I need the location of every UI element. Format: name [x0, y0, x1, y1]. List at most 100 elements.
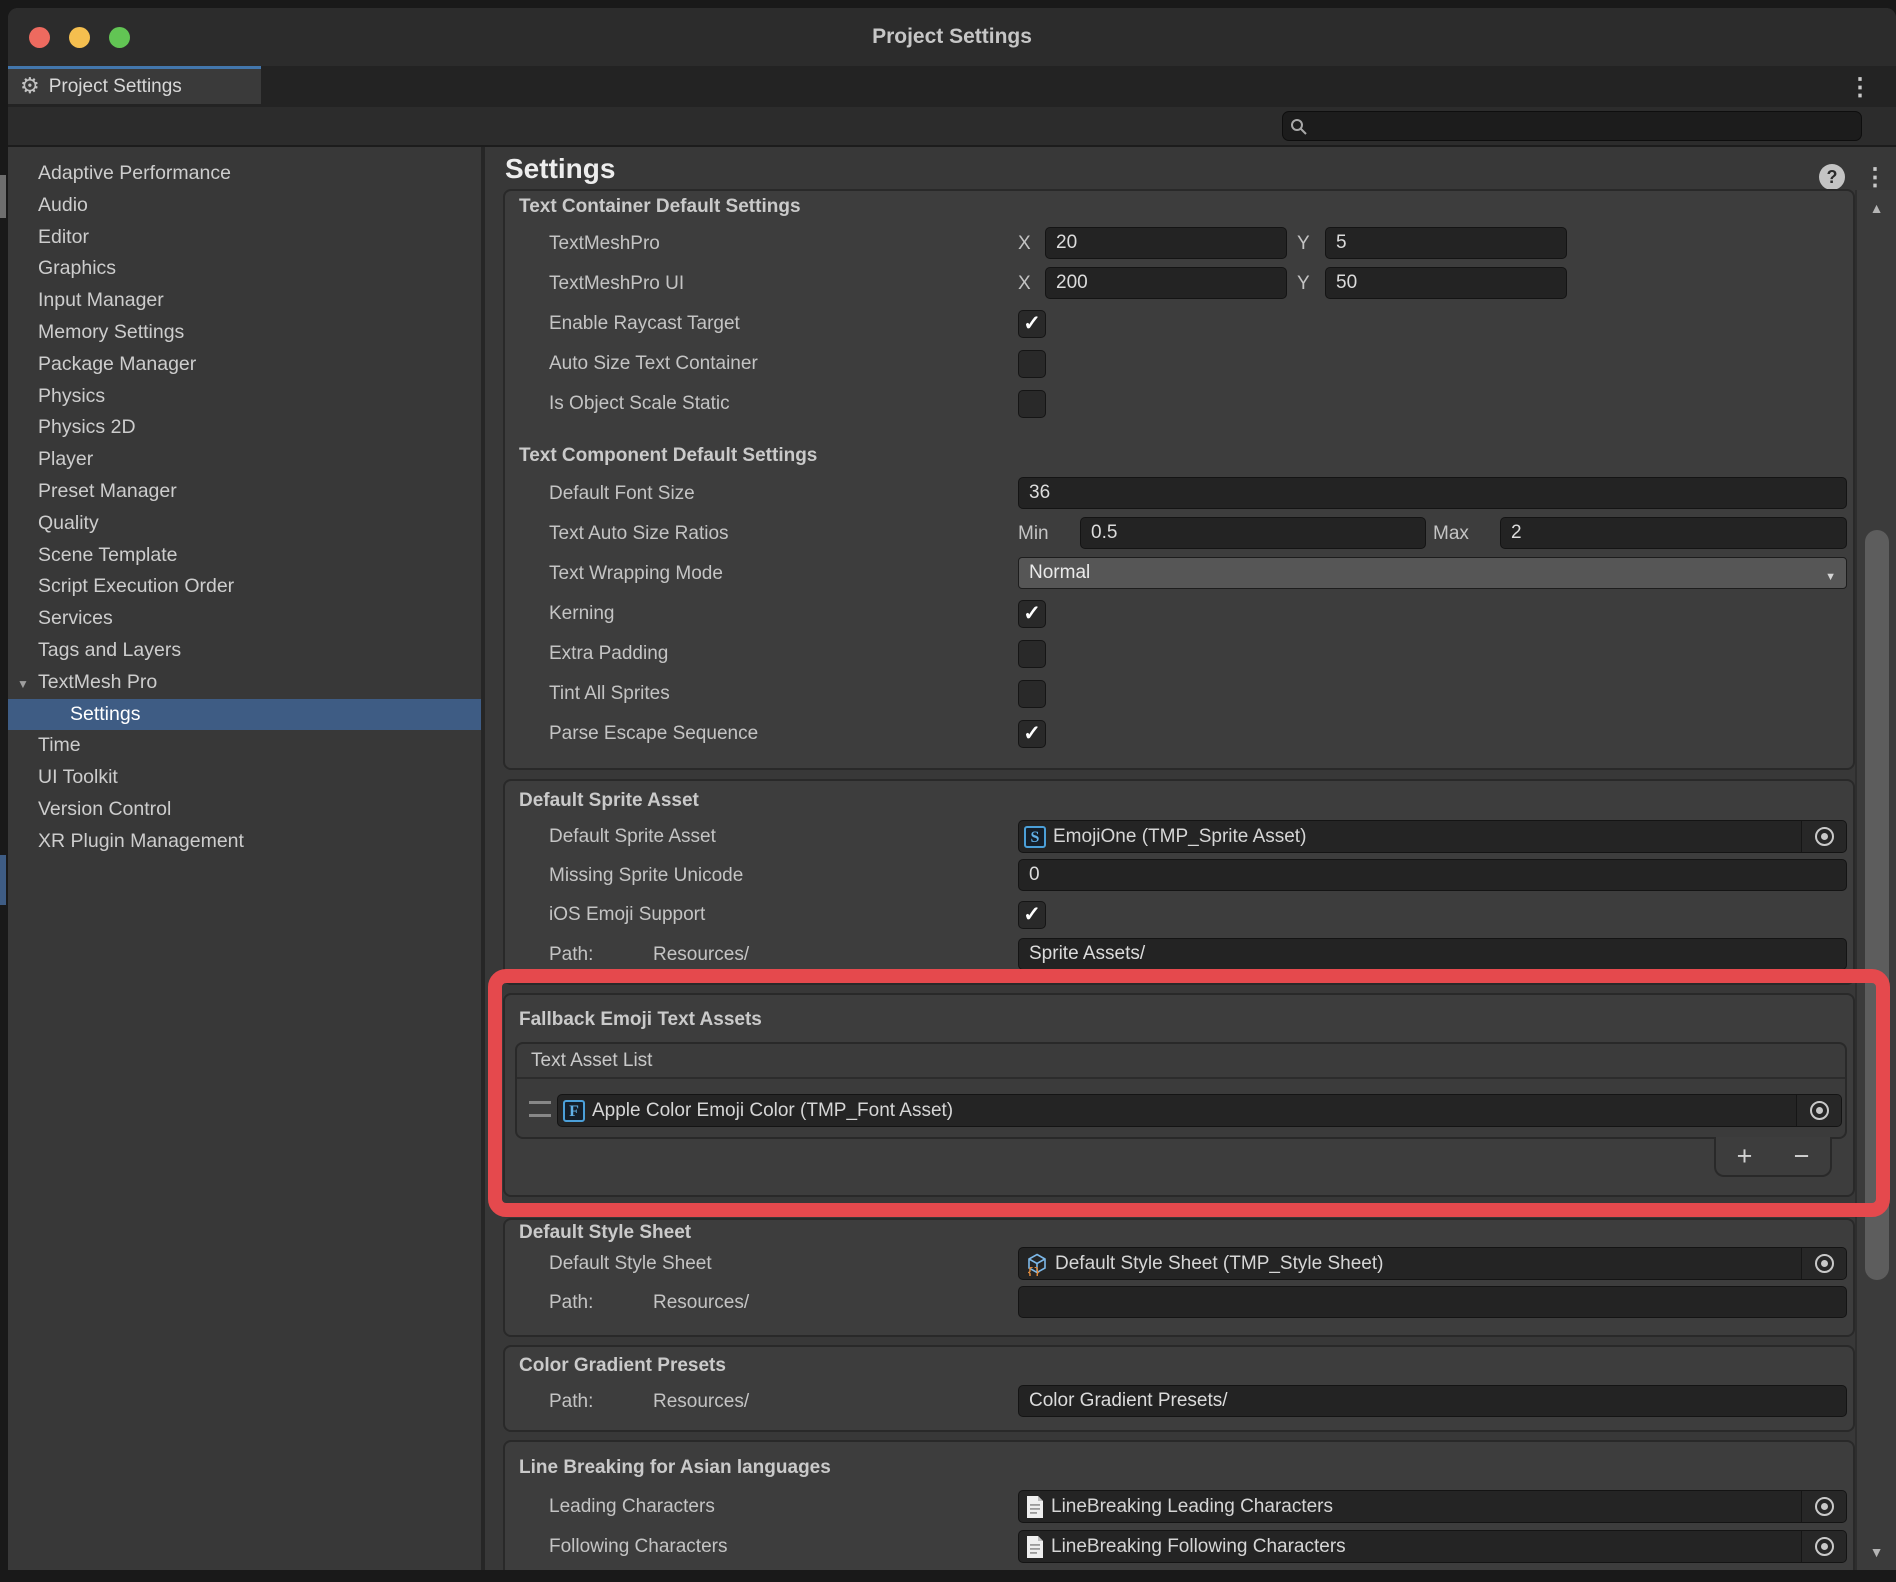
tab-label: Project Settings	[49, 76, 182, 98]
sidebar-item-textmeshpro-settings[interactable]: Settings	[8, 699, 481, 731]
section-text-defaults: Text Container Default Settings TextMesh…	[503, 189, 1855, 770]
tint-all-sprites-checkbox[interactable]	[1018, 680, 1046, 708]
row-kerning: Kerning	[505, 594, 1853, 634]
row-auto-size-text-container: Auto Size Text Container	[505, 344, 1853, 384]
target-picker-icon	[1815, 827, 1834, 846]
row-is-object-scale-static: Is Object Scale Static	[505, 384, 1853, 424]
auto-size-text-container-checkbox[interactable]	[1018, 350, 1046, 378]
row-extra-padding: Extra Padding	[505, 634, 1853, 674]
sidebar-item-player[interactable]: Player	[8, 444, 481, 476]
object-picker-button[interactable]	[1801, 821, 1846, 852]
section-line-breaking: Line Breaking for Asian languages Leadin…	[503, 1440, 1855, 1570]
object-picker-button[interactable]	[1801, 1248, 1846, 1279]
row-text-auto-size-ratios: Text Auto Size Ratios Min 0.5 Max 2	[505, 514, 1853, 554]
section-header: Color Gradient Presets	[519, 1355, 726, 1377]
sidebar-item-time[interactable]: Time	[8, 730, 481, 762]
auto-size-min-input[interactable]: 0.5	[1080, 517, 1426, 549]
sprite-asset-path-input[interactable]: Sprite Assets/	[1018, 938, 1847, 970]
scroll-up-icon[interactable]	[1857, 200, 1896, 218]
target-picker-icon	[1815, 1497, 1834, 1516]
textmeshpro-x-input[interactable]: 20	[1045, 227, 1287, 259]
row-color-gradient-path: Path: Resources/ Color Gradient Presets/	[505, 1382, 1853, 1422]
target-picker-icon	[1815, 1254, 1834, 1273]
row-default-font-size: Default Font Size 36	[505, 474, 1853, 514]
row-textmeshpro: TextMeshPro X 20 Y 5	[505, 224, 1853, 264]
sidebar-item-services[interactable]: Services	[8, 603, 481, 635]
sidebar-item-physics[interactable]: Physics	[8, 381, 481, 413]
search-input[interactable]	[1282, 111, 1862, 141]
textmeshpro-ui-y-input[interactable]: 50	[1325, 267, 1567, 299]
titlebar: Project Settings	[8, 8, 1896, 66]
sidebar-item-version-control[interactable]: Version Control	[8, 794, 481, 826]
help-icon[interactable]: ?	[1819, 164, 1845, 190]
row-default-style-sheet: Default Style Sheet {}	[505, 1244, 1853, 1284]
section-header: Text Container Default Settings	[519, 196, 801, 218]
annotation-highlight-rectangle	[488, 969, 1890, 1217]
scriptable-object-icon: {}	[1025, 1252, 1049, 1276]
row-tint-all-sprites: Tint All Sprites	[505, 674, 1853, 714]
row-textmeshpro-ui: TextMeshPro UI X 200 Y 50	[505, 264, 1853, 304]
vertical-scrollbar[interactable]	[1855, 190, 1896, 1570]
sidebar-item-textmesh-pro[interactable]: TextMesh Pro	[8, 667, 481, 699]
default-sprite-asset-object-field[interactable]: S EmojiOne (TMP_Sprite Asset)	[1018, 820, 1847, 853]
parse-escape-sequence-checkbox[interactable]	[1018, 720, 1046, 748]
ios-emoji-support-checkbox[interactable]	[1018, 901, 1046, 929]
object-picker-button[interactable]	[1801, 1531, 1846, 1562]
row-enable-raycast-target: Enable Raycast Target	[505, 304, 1853, 344]
sidebar-item-xr-plugin-management[interactable]: XR Plugin Management	[8, 826, 481, 858]
sidebar-item-editor[interactable]: Editor	[8, 222, 481, 254]
chevron-down-icon	[1825, 567, 1836, 585]
sidebar-item-preset-manager[interactable]: Preset Manager	[8, 476, 481, 508]
settings-category-sidebar: Adaptive Performance Audio Editor Graphi…	[8, 147, 481, 1570]
kerning-checkbox[interactable]	[1018, 600, 1046, 628]
textmeshpro-ui-x-input[interactable]: 200	[1045, 267, 1287, 299]
tab-kebab-menu-icon[interactable]	[1848, 73, 1872, 102]
tab-bar: Project Settings	[8, 66, 1896, 107]
row-following-characters: Following Characters LineBreaking Fo	[505, 1527, 1853, 1567]
background-window-edge-blue	[0, 855, 6, 905]
object-picker-button[interactable]	[1801, 1491, 1846, 1522]
sidebar-item-graphics[interactable]: Graphics	[8, 253, 481, 285]
row-ios-emoji-support: iOS Emoji Support	[505, 895, 1853, 935]
search-row	[8, 107, 1896, 147]
sidebar-item-memory-settings[interactable]: Memory Settings	[8, 317, 481, 349]
settings-panel: Settings ? Text Container Default Settin…	[485, 147, 1896, 1570]
following-characters-object-field[interactable]: LineBreaking Following Characters	[1018, 1530, 1847, 1563]
leading-characters-object-field[interactable]: LineBreaking Leading Characters	[1018, 1490, 1847, 1523]
section-default-style-sheet: Default Style Sheet Default Style Sheet	[503, 1218, 1855, 1337]
content-area: Adaptive Performance Audio Editor Graphi…	[8, 147, 1896, 1570]
page-title: Settings	[505, 153, 615, 185]
sidebar-item-script-execution-order[interactable]: Script Execution Order	[8, 571, 481, 603]
panel-kebab-menu-icon[interactable]	[1863, 163, 1887, 192]
row-missing-sprite-unicode: Missing Sprite Unicode 0	[505, 856, 1853, 896]
sidebar-item-adaptive-performance[interactable]: Adaptive Performance	[8, 158, 481, 190]
chevron-down-icon[interactable]	[17, 667, 29, 701]
row-text-wrapping-mode: Text Wrapping Mode Normal	[505, 554, 1853, 594]
target-picker-icon	[1815, 1537, 1834, 1556]
default-font-size-input[interactable]: 36	[1018, 477, 1847, 509]
missing-sprite-unicode-input[interactable]: 0	[1018, 859, 1847, 891]
sidebar-item-audio[interactable]: Audio	[8, 190, 481, 222]
extra-padding-checkbox[interactable]	[1018, 640, 1046, 668]
color-gradient-path-input[interactable]: Color Gradient Presets/	[1018, 1385, 1847, 1417]
enable-raycast-target-checkbox[interactable]	[1018, 310, 1046, 338]
text-wrapping-mode-dropdown[interactable]: Normal	[1018, 557, 1847, 589]
gear-icon	[20, 75, 40, 98]
section-default-sprite-asset: Default Sprite Asset Default Sprite Asse…	[503, 779, 1855, 985]
sidebar-item-ui-toolkit[interactable]: UI Toolkit	[8, 762, 481, 794]
textmeshpro-y-input[interactable]: 5	[1325, 227, 1567, 259]
sidebar-item-package-manager[interactable]: Package Manager	[8, 349, 481, 381]
is-object-scale-static-checkbox[interactable]	[1018, 390, 1046, 418]
scroll-down-icon[interactable]	[1857, 1544, 1896, 1562]
sidebar-item-input-manager[interactable]: Input Manager	[8, 285, 481, 317]
sidebar-item-tags-and-layers[interactable]: Tags and Layers	[8, 635, 481, 667]
section-color-gradient-presets: Color Gradient Presets Path: Resources/ …	[503, 1345, 1855, 1432]
style-sheet-path-input[interactable]	[1018, 1286, 1847, 1318]
tab-project-settings[interactable]: Project Settings	[8, 66, 261, 104]
sidebar-item-physics-2d[interactable]: Physics 2D	[8, 412, 481, 444]
row-leading-characters: Leading Characters LineBreaking Lead	[505, 1487, 1853, 1527]
sidebar-item-quality[interactable]: Quality	[8, 508, 481, 540]
default-style-sheet-object-field[interactable]: {} Default Style Sheet (TMP_Style Sheet)	[1018, 1247, 1847, 1280]
auto-size-max-input[interactable]: 2	[1500, 517, 1847, 549]
sidebar-item-scene-template[interactable]: Scene Template	[8, 540, 481, 572]
